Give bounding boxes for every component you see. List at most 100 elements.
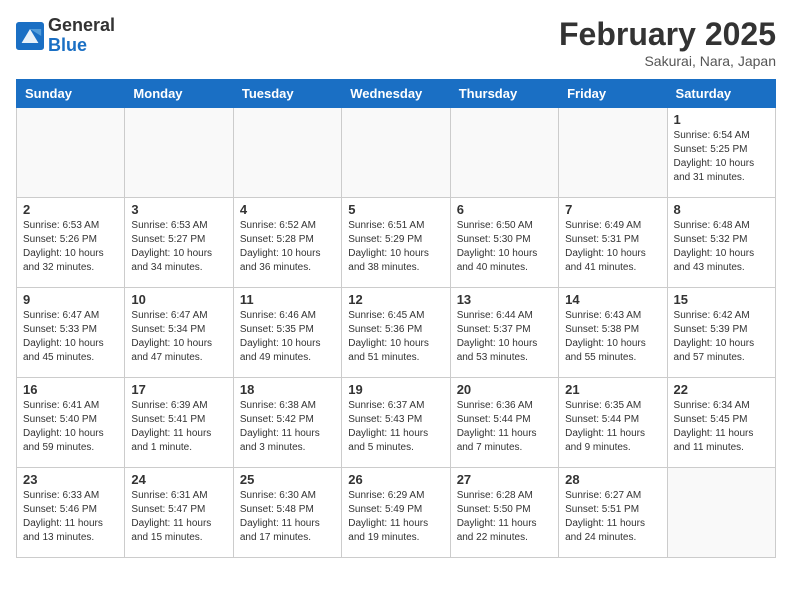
day-number: 23 <box>23 472 118 487</box>
day-number: 18 <box>240 382 335 397</box>
logo-text: General Blue <box>48 16 115 56</box>
location: Sakurai, Nara, Japan <box>559 53 776 69</box>
week-row-2: 2Sunrise: 6:53 AM Sunset: 5:26 PM Daylig… <box>17 198 776 288</box>
weekday-header-row: SundayMondayTuesdayWednesdayThursdayFrid… <box>17 80 776 108</box>
weekday-header-friday: Friday <box>559 80 667 108</box>
calendar-cell: 3 Sunrise: 6:53 AM Sunset: 5:27 PM Daylig… <box>125 198 233 288</box>
month-title: February 2025 <box>559 16 776 53</box>
calendar-cell: 12 Sunrise: 6:45 AM Sunset: 5:36 PM Dayli… <box>342 288 450 378</box>
day-info: Sunrise: 6:53 AM Sunset: 5:27 PM Dayligh… <box>131 219 226 275</box>
day-number: 14 <box>565 292 660 307</box>
calendar-cell: 14 Sunrise: 6:43 AM Sunset: 5:38 PM Dayli… <box>559 288 667 378</box>
day-info: Sunrise: 6:46 AM Sunset: 5:35 PM Dayligh… <box>240 309 335 365</box>
calendar-cell <box>125 108 233 198</box>
day-number: 8 <box>674 202 769 217</box>
calendar-cell: 4 Sunrise: 6:52 AM Sunset: 5:28 PM Daylig… <box>233 198 341 288</box>
calendar-cell: 1 Sunrise: 6:54 AM Sunset: 5:25 PM Daylig… <box>667 108 775 198</box>
day-info: Sunrise: 6:50 AM Sunset: 5:30 PM Dayligh… <box>457 219 552 275</box>
day-info: Sunrise: 6:37 AM Sunset: 5:43 PM Dayligh… <box>348 399 443 455</box>
weekday-header-sunday: Sunday <box>17 80 125 108</box>
day-info: Sunrise: 6:38 AM Sunset: 5:42 PM Dayligh… <box>240 399 335 455</box>
day-info: Sunrise: 6:42 AM Sunset: 5:39 PM Dayligh… <box>674 309 769 365</box>
calendar-cell: 2Sunrise: 6:53 AM Sunset: 5:26 PM Daylig… <box>17 198 125 288</box>
day-info: Sunrise: 6:30 AM Sunset: 5:48 PM Dayligh… <box>240 489 335 545</box>
day-info: Sunrise: 6:34 AM Sunset: 5:45 PM Dayligh… <box>674 399 769 455</box>
calendar-cell: 19 Sunrise: 6:37 AM Sunset: 5:43 PM Dayli… <box>342 378 450 468</box>
week-row-5: 23 Sunrise: 6:33 AM Sunset: 5:46 PM Dayli… <box>17 468 776 558</box>
day-number: 1 <box>674 112 769 127</box>
day-info: Sunrise: 6:48 AM Sunset: 5:32 PM Dayligh… <box>674 219 769 275</box>
day-number: 7 <box>565 202 660 217</box>
day-info: Sunrise: 6:53 AM Sunset: 5:26 PM Dayligh… <box>23 219 118 275</box>
day-info: Sunrise: 6:49 AM Sunset: 5:31 PM Dayligh… <box>565 219 660 275</box>
calendar: SundayMondayTuesdayWednesdayThursdayFrid… <box>16 79 776 558</box>
calendar-cell: 16 Sunrise: 6:41 AM Sunset: 5:40 PM Dayli… <box>17 378 125 468</box>
logo-general: General <box>48 16 115 36</box>
day-number: 26 <box>348 472 443 487</box>
calendar-cell <box>450 108 558 198</box>
week-row-4: 16 Sunrise: 6:41 AM Sunset: 5:40 PM Dayli… <box>17 378 776 468</box>
day-info: Sunrise: 6:52 AM Sunset: 5:28 PM Dayligh… <box>240 219 335 275</box>
day-info: Sunrise: 6:36 AM Sunset: 5:44 PM Dayligh… <box>457 399 552 455</box>
day-info: Sunrise: 6:51 AM Sunset: 5:29 PM Dayligh… <box>348 219 443 275</box>
calendar-cell: 18 Sunrise: 6:38 AM Sunset: 5:42 PM Dayli… <box>233 378 341 468</box>
day-number: 19 <box>348 382 443 397</box>
title-area: February 2025 Sakurai, Nara, Japan <box>559 16 776 69</box>
calendar-cell: 17 Sunrise: 6:39 AM Sunset: 5:41 PM Dayli… <box>125 378 233 468</box>
day-number: 15 <box>674 292 769 307</box>
day-info: Sunrise: 6:28 AM Sunset: 5:50 PM Dayligh… <box>457 489 552 545</box>
day-info: Sunrise: 6:33 AM Sunset: 5:46 PM Dayligh… <box>23 489 118 545</box>
logo: General Blue <box>16 16 115 56</box>
calendar-cell: 8 Sunrise: 6:48 AM Sunset: 5:32 PM Daylig… <box>667 198 775 288</box>
calendar-cell: 22Sunrise: 6:34 AM Sunset: 5:45 PM Dayli… <box>667 378 775 468</box>
calendar-cell: 27Sunrise: 6:28 AM Sunset: 5:50 PM Dayli… <box>450 468 558 558</box>
calendar-cell <box>17 108 125 198</box>
day-number: 9 <box>23 292 118 307</box>
page-header: General Blue February 2025 Sakurai, Nara… <box>16 16 776 69</box>
calendar-cell: 28 Sunrise: 6:27 AM Sunset: 5:51 PM Dayli… <box>559 468 667 558</box>
day-number: 24 <box>131 472 226 487</box>
calendar-cell: 7 Sunrise: 6:49 AM Sunset: 5:31 PM Daylig… <box>559 198 667 288</box>
day-number: 5 <box>348 202 443 217</box>
day-info: Sunrise: 6:43 AM Sunset: 5:38 PM Dayligh… <box>565 309 660 365</box>
day-number: 10 <box>131 292 226 307</box>
calendar-cell: 26 Sunrise: 6:29 AM Sunset: 5:49 PM Dayli… <box>342 468 450 558</box>
calendar-cell: 15 Sunrise: 6:42 AM Sunset: 5:39 PM Dayli… <box>667 288 775 378</box>
day-info: Sunrise: 6:44 AM Sunset: 5:37 PM Dayligh… <box>457 309 552 365</box>
day-info: Sunrise: 6:27 AM Sunset: 5:51 PM Dayligh… <box>565 489 660 545</box>
weekday-header-monday: Monday <box>125 80 233 108</box>
calendar-cell <box>559 108 667 198</box>
day-number: 3 <box>131 202 226 217</box>
day-number: 6 <box>457 202 552 217</box>
calendar-cell: 13Sunrise: 6:44 AM Sunset: 5:37 PM Dayli… <box>450 288 558 378</box>
calendar-cell <box>667 468 775 558</box>
calendar-cell: 5 Sunrise: 6:51 AM Sunset: 5:29 PM Daylig… <box>342 198 450 288</box>
day-number: 17 <box>131 382 226 397</box>
day-number: 28 <box>565 472 660 487</box>
calendar-cell: 11Sunrise: 6:46 AM Sunset: 5:35 PM Dayli… <box>233 288 341 378</box>
day-info: Sunrise: 6:29 AM Sunset: 5:49 PM Dayligh… <box>348 489 443 545</box>
day-info: Sunrise: 6:54 AM Sunset: 5:25 PM Dayligh… <box>674 129 769 185</box>
calendar-cell <box>233 108 341 198</box>
calendar-cell: 25 Sunrise: 6:30 AM Sunset: 5:48 PM Dayli… <box>233 468 341 558</box>
day-info: Sunrise: 6:39 AM Sunset: 5:41 PM Dayligh… <box>131 399 226 455</box>
day-number: 25 <box>240 472 335 487</box>
day-number: 12 <box>348 292 443 307</box>
logo-blue: Blue <box>48 36 115 56</box>
day-info: Sunrise: 6:47 AM Sunset: 5:33 PM Dayligh… <box>23 309 118 365</box>
calendar-cell: 10Sunrise: 6:47 AM Sunset: 5:34 PM Dayli… <box>125 288 233 378</box>
day-number: 21 <box>565 382 660 397</box>
day-number: 16 <box>23 382 118 397</box>
calendar-cell: 21Sunrise: 6:35 AM Sunset: 5:44 PM Dayli… <box>559 378 667 468</box>
day-number: 4 <box>240 202 335 217</box>
weekday-header-saturday: Saturday <box>667 80 775 108</box>
calendar-cell: 6 Sunrise: 6:50 AM Sunset: 5:30 PM Daylig… <box>450 198 558 288</box>
weekday-header-tuesday: Tuesday <box>233 80 341 108</box>
calendar-cell: 23 Sunrise: 6:33 AM Sunset: 5:46 PM Dayli… <box>17 468 125 558</box>
day-info: Sunrise: 6:45 AM Sunset: 5:36 PM Dayligh… <box>348 309 443 365</box>
day-info: Sunrise: 6:31 AM Sunset: 5:47 PM Dayligh… <box>131 489 226 545</box>
weekday-header-thursday: Thursday <box>450 80 558 108</box>
logo-icon <box>16 22 44 50</box>
day-info: Sunrise: 6:41 AM Sunset: 5:40 PM Dayligh… <box>23 399 118 455</box>
calendar-cell: 9 Sunrise: 6:47 AM Sunset: 5:33 PM Daylig… <box>17 288 125 378</box>
